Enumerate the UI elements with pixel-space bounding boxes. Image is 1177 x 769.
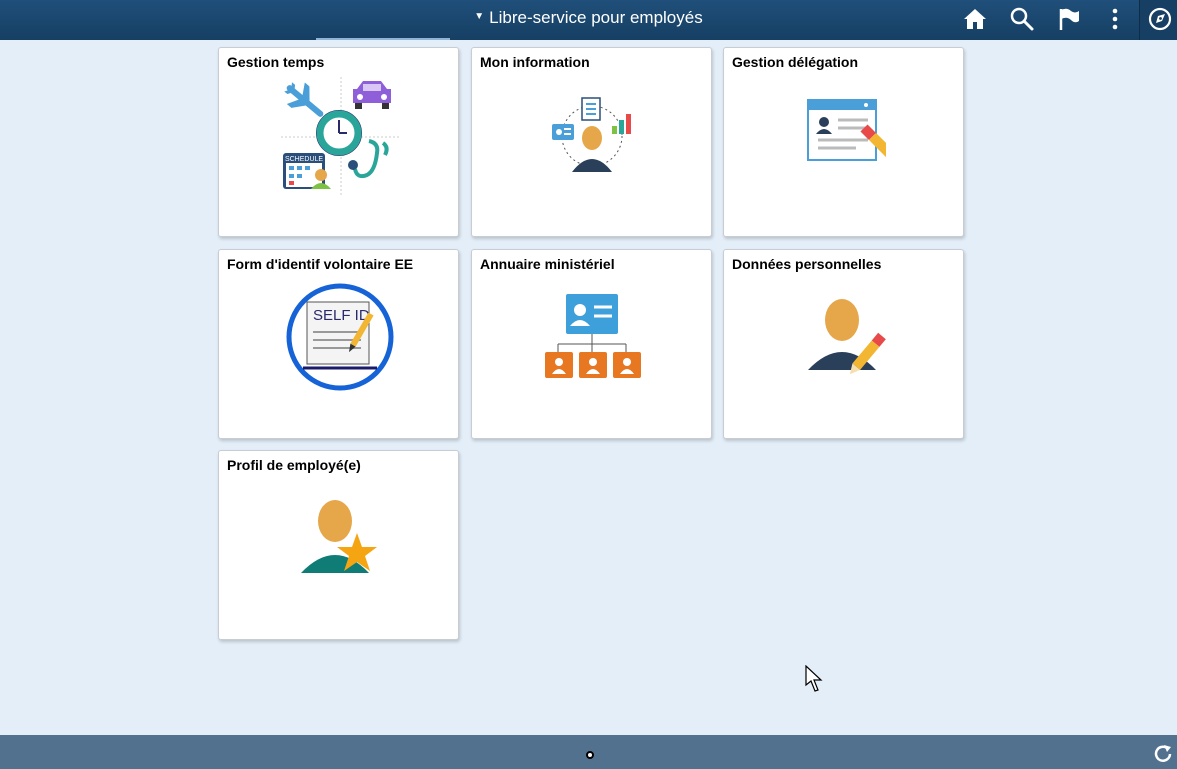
tile-gestion-delegation[interactable]: Gestion délégation	[723, 47, 964, 237]
tile-donnees-personnelles[interactable]: Données personnelles	[723, 249, 964, 439]
profile-card-pencil-icon	[807, 99, 886, 165]
time-management-collage-icon: SCHEDULE	[281, 77, 399, 195]
tile-annuaire-ministeriel[interactable]: Annuaire ministériel	[471, 249, 712, 439]
page-title: Libre-service pour employés	[489, 8, 703, 27]
tile-title: Données personnelles	[732, 256, 882, 272]
tile-profil-employe[interactable]: Profil de employé(e)	[218, 450, 459, 640]
title-focus-underline	[316, 38, 450, 40]
tile-gestion-temps[interactable]: Gestion temps SCHEDULE	[218, 47, 459, 237]
tile-mon-information[interactable]: Mon information	[471, 47, 712, 237]
schedule-text: SCHEDULE	[285, 156, 323, 163]
tile-title: Annuaire ministériel	[480, 256, 615, 272]
tile-title: Gestion temps	[227, 54, 325, 70]
tile-title: Profil de employé(e)	[227, 457, 361, 473]
caret-down-icon: ▼	[474, 10, 485, 22]
tile-title: Mon information	[480, 54, 590, 70]
mouse-cursor-icon	[805, 665, 823, 692]
more-vertical-icon[interactable]	[1102, 6, 1128, 32]
refresh-icon[interactable]	[1152, 743, 1174, 765]
top-banner: ▼ Libre-service pour employés	[0, 0, 1177, 40]
page-indicator-dot[interactable]	[586, 751, 594, 759]
org-chart-icon	[545, 294, 641, 378]
tile-title: Gestion délégation	[732, 54, 859, 70]
navbar-button[interactable]	[1140, 0, 1177, 40]
self-id-form-icon: SELF ID	[286, 283, 394, 391]
person-info-icon	[552, 97, 631, 172]
flag-icon[interactable]	[1056, 6, 1082, 32]
tile-form-identif-volontaire[interactable]: Form d'identif volontaire EE SELF ID	[218, 249, 459, 439]
page-title-dropdown[interactable]: ▼ Libre-service pour employés	[0, 0, 1177, 36]
navbar-compass-icon	[1148, 7, 1172, 31]
person-star-icon	[301, 500, 377, 573]
tile-title: Form d'identif volontaire EE	[227, 256, 414, 272]
person-pencil-icon	[808, 299, 886, 375]
self-id-text: SELF ID	[313, 307, 370, 324]
home-icon[interactable]	[962, 6, 988, 32]
search-icon[interactable]	[1009, 6, 1035, 32]
